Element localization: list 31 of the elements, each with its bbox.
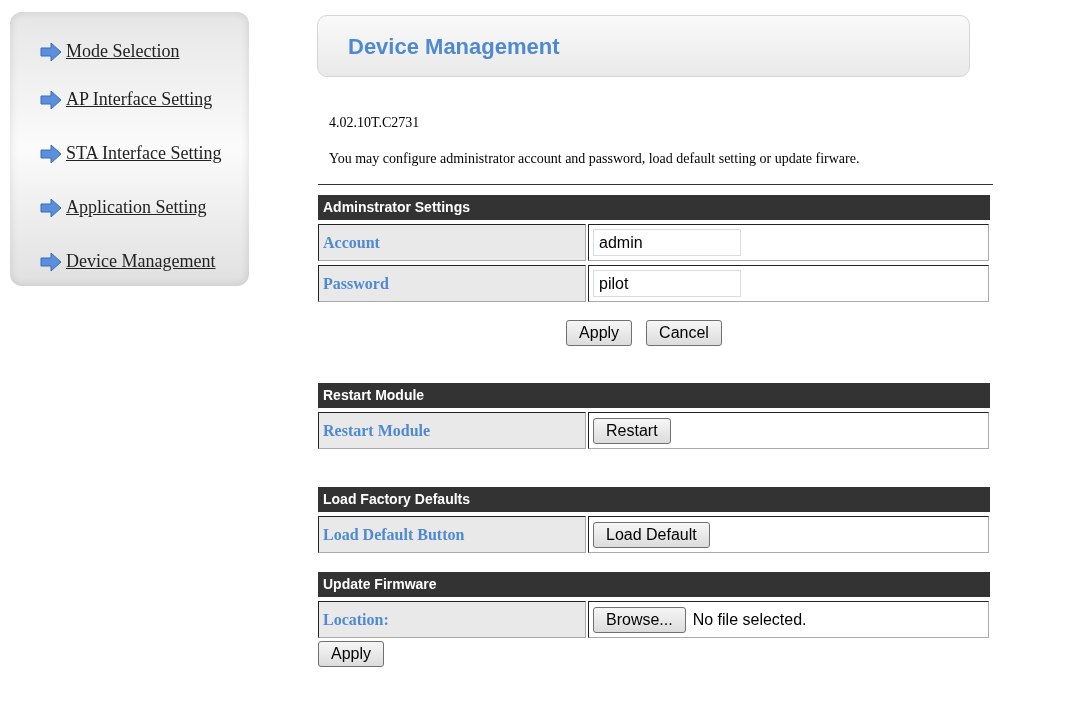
version-text: 4.02.10T.C2731 [329, 114, 421, 132]
action-button[interactable]: Apply [318, 641, 385, 667]
arrow-icon [40, 251, 62, 272]
section-header: Restart Module [318, 383, 990, 408]
label-cell: Load Default Button [318, 516, 586, 553]
label-cell: Password [318, 265, 586, 302]
action-button[interactable]: Apply [566, 320, 633, 346]
sidebar-link[interactable]: Mode Selection [66, 38, 180, 65]
description-text: You may configure administrator account and password, load default setting or update firware. [329, 150, 861, 168]
label-cell: Account [318, 224, 586, 261]
section-header: Load Factory Defaults [318, 487, 990, 512]
sidebar-link[interactable]: STA Interface Setting [66, 140, 222, 167]
arrow-icon [40, 41, 62, 62]
action-button[interactable]: Restart [593, 417, 671, 444]
section-header: Update Firmware [318, 572, 990, 597]
label-cell: Restart Module [318, 412, 586, 449]
text-field[interactable]: pilot [593, 270, 741, 297]
arrow-icon [40, 89, 62, 110]
label-cell: Location: [318, 601, 586, 638]
section-header: Adminstrator Settings [318, 195, 990, 220]
page-title: Device Management [348, 32, 560, 61]
arrow-icon [40, 197, 62, 218]
file-status: No file selected. [692, 609, 807, 630]
action-button[interactable]: Cancel [646, 320, 722, 346]
sidebar-link[interactable]: AP Interface Setting [66, 86, 213, 113]
action-button[interactable]: Load Default [593, 521, 710, 548]
arrow-icon [40, 143, 62, 164]
text-field[interactable]: admin [593, 229, 741, 256]
sidebar-link[interactable]: Application Setting [66, 194, 207, 221]
sidebar-link[interactable]: Device Management [66, 248, 216, 275]
action-button[interactable]: Browse... [593, 606, 686, 633]
